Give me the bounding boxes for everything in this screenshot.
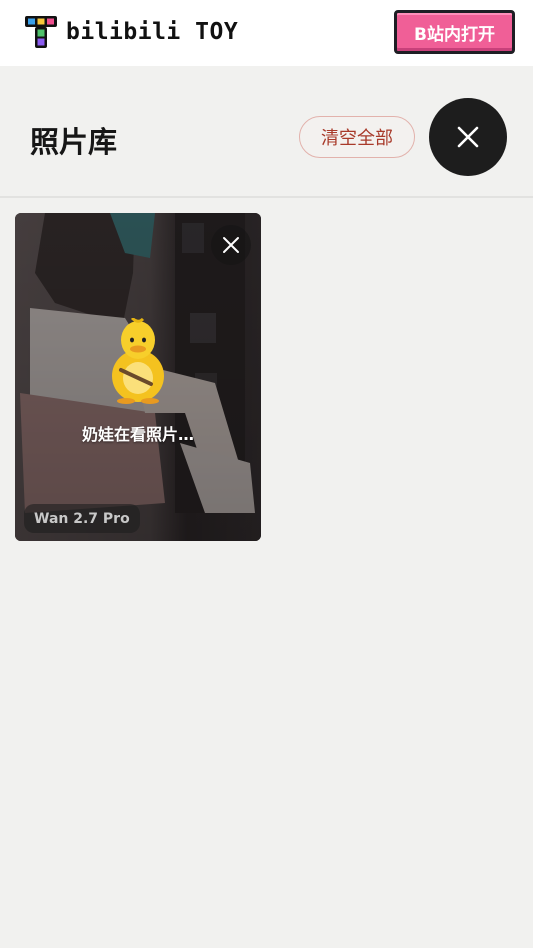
top-bar: bilibili TOY B站内打开 [0,0,533,66]
close-button[interactable] [429,98,507,176]
photo-card[interactable]: 奶娃在看照片… Wan 2.7 Pro [15,213,261,541]
model-badge: Wan 2.7 Pro [24,504,140,533]
clear-all-button[interactable]: 清空全部 [299,116,415,158]
bilibili-toy-logo-icon [25,16,57,48]
processing-status-text: 奶娃在看照片… [81,425,194,444]
bilibili-toy-logo[interactable]: bilibili TOY [24,15,238,49]
remove-photo-button[interactable] [211,225,251,265]
page-title: 照片库 [30,125,118,159]
close-icon [457,126,479,148]
photo-library-header: 照片库 清空全部 [0,66,533,198]
remove-photo-icon [223,237,239,253]
logo-text: bilibili TOY [66,19,239,45]
duck-mascot-icon [112,318,164,404]
open-in-bilibili-button[interactable]: B站内打开 [394,10,515,54]
